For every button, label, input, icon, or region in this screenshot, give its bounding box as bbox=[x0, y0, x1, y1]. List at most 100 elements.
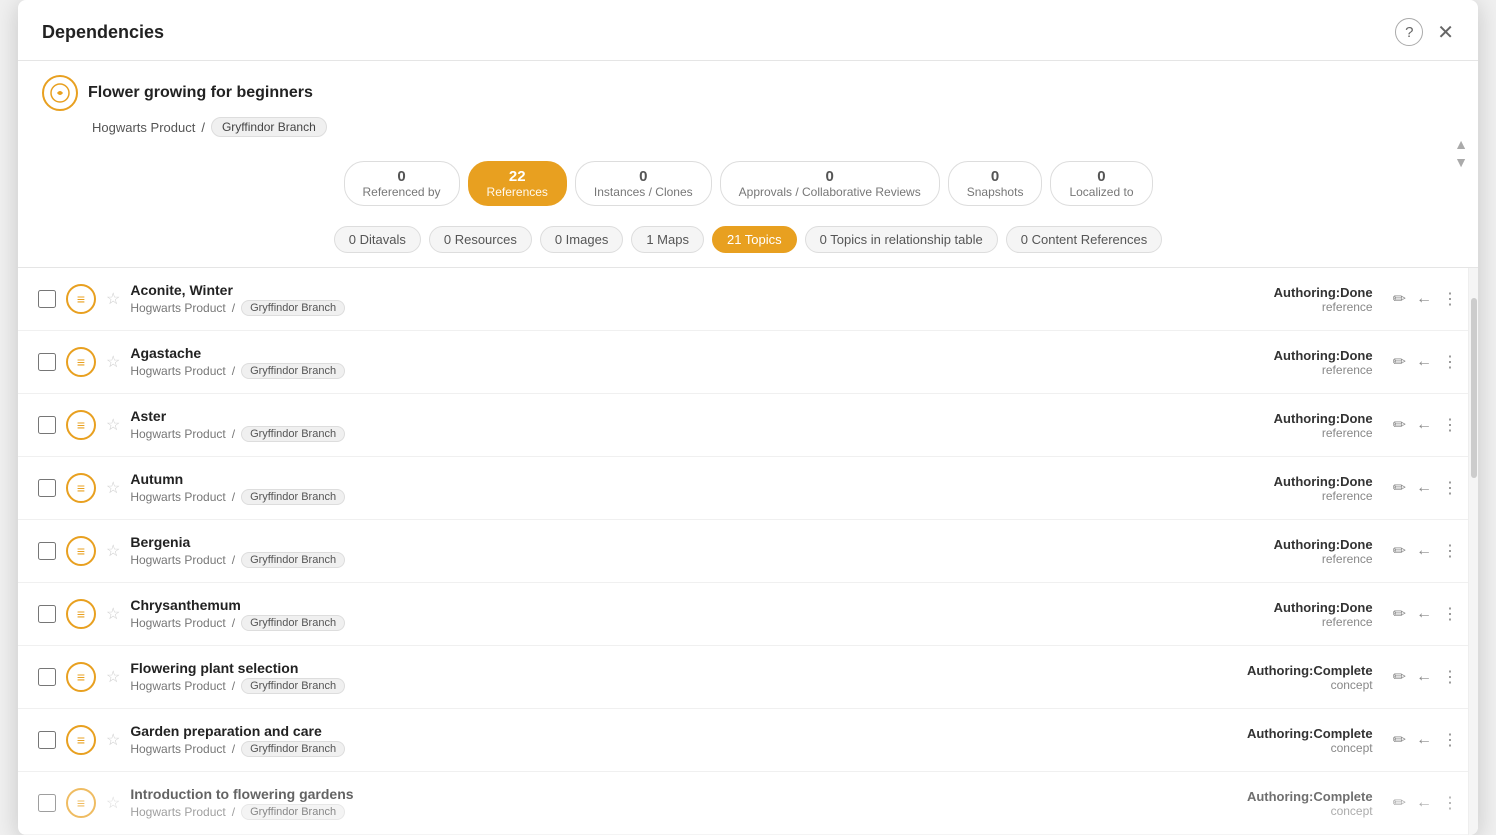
item-breadcrumb: Hogwarts Product / Gryffindor Branch bbox=[130, 426, 1202, 442]
subtab-images[interactable]: 0 Images bbox=[540, 226, 623, 253]
subtab-topics[interactable]: 21 Topics bbox=[712, 226, 797, 253]
scrollbar-thumb[interactable] bbox=[1471, 298, 1477, 478]
star-icon[interactable]: ☆ bbox=[106, 352, 120, 372]
doc-icon: ≡ bbox=[66, 410, 96, 440]
item-checkbox[interactable] bbox=[38, 290, 56, 308]
star-icon[interactable]: ☆ bbox=[106, 730, 120, 750]
modal-header: Dependencies ? ✕ bbox=[18, 0, 1478, 61]
item-checkbox[interactable] bbox=[38, 542, 56, 560]
edit-button[interactable]: ✏ bbox=[1393, 352, 1406, 372]
star-icon[interactable]: ☆ bbox=[106, 667, 120, 687]
doc-icon: ≡ bbox=[66, 473, 96, 503]
list-item: ≡ ☆ Aster Hogwarts Product / Gryffindor … bbox=[18, 394, 1478, 457]
edit-button[interactable]: ✏ bbox=[1393, 604, 1406, 624]
subtabs-row: 0 Ditavals 0 Resources 0 Images 1 Maps 2… bbox=[334, 226, 1162, 267]
tab-approvals-reviews[interactable]: 0 Approvals / Collaborative Reviews bbox=[720, 161, 940, 206]
star-icon[interactable]: ☆ bbox=[106, 478, 120, 498]
tab-snapshots[interactable]: 0 Snapshots bbox=[948, 161, 1043, 206]
tab-referenced-by[interactable]: 0 Referenced by bbox=[344, 161, 460, 206]
item-name: Flowering plant selection bbox=[130, 660, 1202, 676]
edit-button[interactable]: ✏ bbox=[1393, 415, 1406, 435]
item-info: Introduction to flowering gardens Hogwar… bbox=[130, 786, 1202, 820]
tab-instances-clones[interactable]: 0 Instances / Clones bbox=[575, 161, 712, 206]
more-button[interactable]: ⋮ bbox=[1442, 478, 1458, 498]
list-item: ≡ ☆ Garden preparation and care Hogwarts… bbox=[18, 709, 1478, 772]
more-button[interactable]: ⋮ bbox=[1442, 289, 1458, 309]
back-button[interactable]: ← bbox=[1416, 353, 1432, 371]
item-checkbox[interactable] bbox=[38, 731, 56, 749]
star-icon[interactable]: ☆ bbox=[106, 541, 120, 561]
topic-title: Flower growing for beginners bbox=[88, 84, 313, 102]
back-button[interactable]: ← bbox=[1416, 479, 1432, 497]
list-item: ≡ ☆ Flowering plant selection Hogwarts P… bbox=[18, 646, 1478, 709]
scroll-up-arrow[interactable]: ▲ bbox=[1454, 136, 1468, 152]
tab-localized-to[interactable]: 0 Localized to bbox=[1050, 161, 1152, 206]
item-checkbox[interactable] bbox=[38, 605, 56, 623]
topic-icon bbox=[42, 75, 78, 111]
doc-icon: ≡ bbox=[66, 536, 96, 566]
item-breadcrumb: Hogwarts Product / Gryffindor Branch bbox=[130, 741, 1202, 757]
more-button[interactable]: ⋮ bbox=[1442, 604, 1458, 624]
back-button[interactable]: ← bbox=[1416, 794, 1432, 812]
star-icon[interactable]: ☆ bbox=[106, 604, 120, 624]
star-icon[interactable]: ☆ bbox=[106, 289, 120, 309]
doc-icon: ≡ bbox=[66, 788, 96, 818]
item-checkbox[interactable] bbox=[38, 479, 56, 497]
subtab-content-references[interactable]: 0 Content References bbox=[1006, 226, 1162, 253]
close-button[interactable]: ✕ bbox=[1437, 20, 1454, 45]
subtab-resources[interactable]: 0 Resources bbox=[429, 226, 532, 253]
breadcrumb: Hogwarts Product / Gryffindor Branch bbox=[18, 115, 1478, 147]
star-icon[interactable]: ☆ bbox=[106, 793, 120, 813]
back-button[interactable]: ← bbox=[1416, 416, 1432, 434]
back-button[interactable]: ← bbox=[1416, 605, 1432, 623]
back-button[interactable]: ← bbox=[1416, 731, 1432, 749]
tab-references[interactable]: 22 References bbox=[468, 161, 567, 206]
more-button[interactable]: ⋮ bbox=[1442, 352, 1458, 372]
more-button[interactable]: ⋮ bbox=[1442, 541, 1458, 561]
more-button[interactable]: ⋮ bbox=[1442, 730, 1458, 750]
edit-button[interactable]: ✏ bbox=[1393, 541, 1406, 561]
edit-button[interactable]: ✏ bbox=[1393, 478, 1406, 498]
header-icons: ? ✕ bbox=[1395, 18, 1454, 46]
item-breadcrumb: Hogwarts Product / Gryffindor Branch bbox=[130, 300, 1202, 316]
item-actions: ✏ ← ⋮ bbox=[1393, 352, 1458, 372]
doc-icon: ≡ bbox=[66, 284, 96, 314]
item-checkbox[interactable] bbox=[38, 794, 56, 812]
item-checkbox[interactable] bbox=[38, 353, 56, 371]
item-name: Introduction to flowering gardens bbox=[130, 786, 1202, 802]
item-breadcrumb: Hogwarts Product / Gryffindor Branch bbox=[130, 363, 1202, 379]
list-item: ≡ ☆ Introduction to flowering gardens Ho… bbox=[18, 772, 1478, 835]
item-checkbox[interactable] bbox=[38, 416, 56, 434]
scrollbar[interactable] bbox=[1468, 268, 1478, 835]
star-icon[interactable]: ☆ bbox=[106, 415, 120, 435]
item-actions: ✏ ← ⋮ bbox=[1393, 667, 1458, 687]
scroll-down-arrow[interactable]: ▼ bbox=[1454, 154, 1468, 170]
doc-icon: ≡ bbox=[66, 662, 96, 692]
subtab-maps[interactable]: 1 Maps bbox=[631, 226, 704, 253]
edit-button[interactable]: ✏ bbox=[1393, 730, 1406, 750]
item-actions: ✏ ← ⋮ bbox=[1393, 730, 1458, 750]
topic-header-row: Flower growing for beginners bbox=[18, 61, 1478, 115]
more-button[interactable]: ⋮ bbox=[1442, 667, 1458, 687]
back-button[interactable]: ← bbox=[1416, 290, 1432, 308]
subtab-ditavals[interactable]: 0 Ditavals bbox=[334, 226, 421, 253]
item-actions: ✏ ← ⋮ bbox=[1393, 478, 1458, 498]
subtab-topics-relationship[interactable]: 0 Topics in relationship table bbox=[805, 226, 998, 253]
edit-button[interactable]: ✏ bbox=[1393, 667, 1406, 687]
more-button[interactable]: ⋮ bbox=[1442, 793, 1458, 813]
edit-button[interactable]: ✏ bbox=[1393, 289, 1406, 309]
back-button[interactable]: ← bbox=[1416, 668, 1432, 686]
list-item: ≡ ☆ Agastache Hogwarts Product / Gryffin… bbox=[18, 331, 1478, 394]
item-checkbox[interactable] bbox=[38, 668, 56, 686]
item-actions: ✏ ← ⋮ bbox=[1393, 604, 1458, 624]
item-name: Aconite, Winter bbox=[130, 282, 1202, 298]
more-button[interactable]: ⋮ bbox=[1442, 415, 1458, 435]
edit-button[interactable]: ✏ bbox=[1393, 793, 1406, 813]
doc-icon: ≡ bbox=[66, 599, 96, 629]
back-button[interactable]: ← bbox=[1416, 542, 1432, 560]
help-button[interactable]: ? bbox=[1395, 18, 1423, 46]
item-name: Autumn bbox=[130, 471, 1202, 487]
doc-icon: ≡ bbox=[66, 347, 96, 377]
item-info: Aconite, Winter Hogwarts Product / Gryff… bbox=[130, 282, 1202, 316]
breadcrumb-product: Hogwarts Product bbox=[92, 120, 195, 135]
